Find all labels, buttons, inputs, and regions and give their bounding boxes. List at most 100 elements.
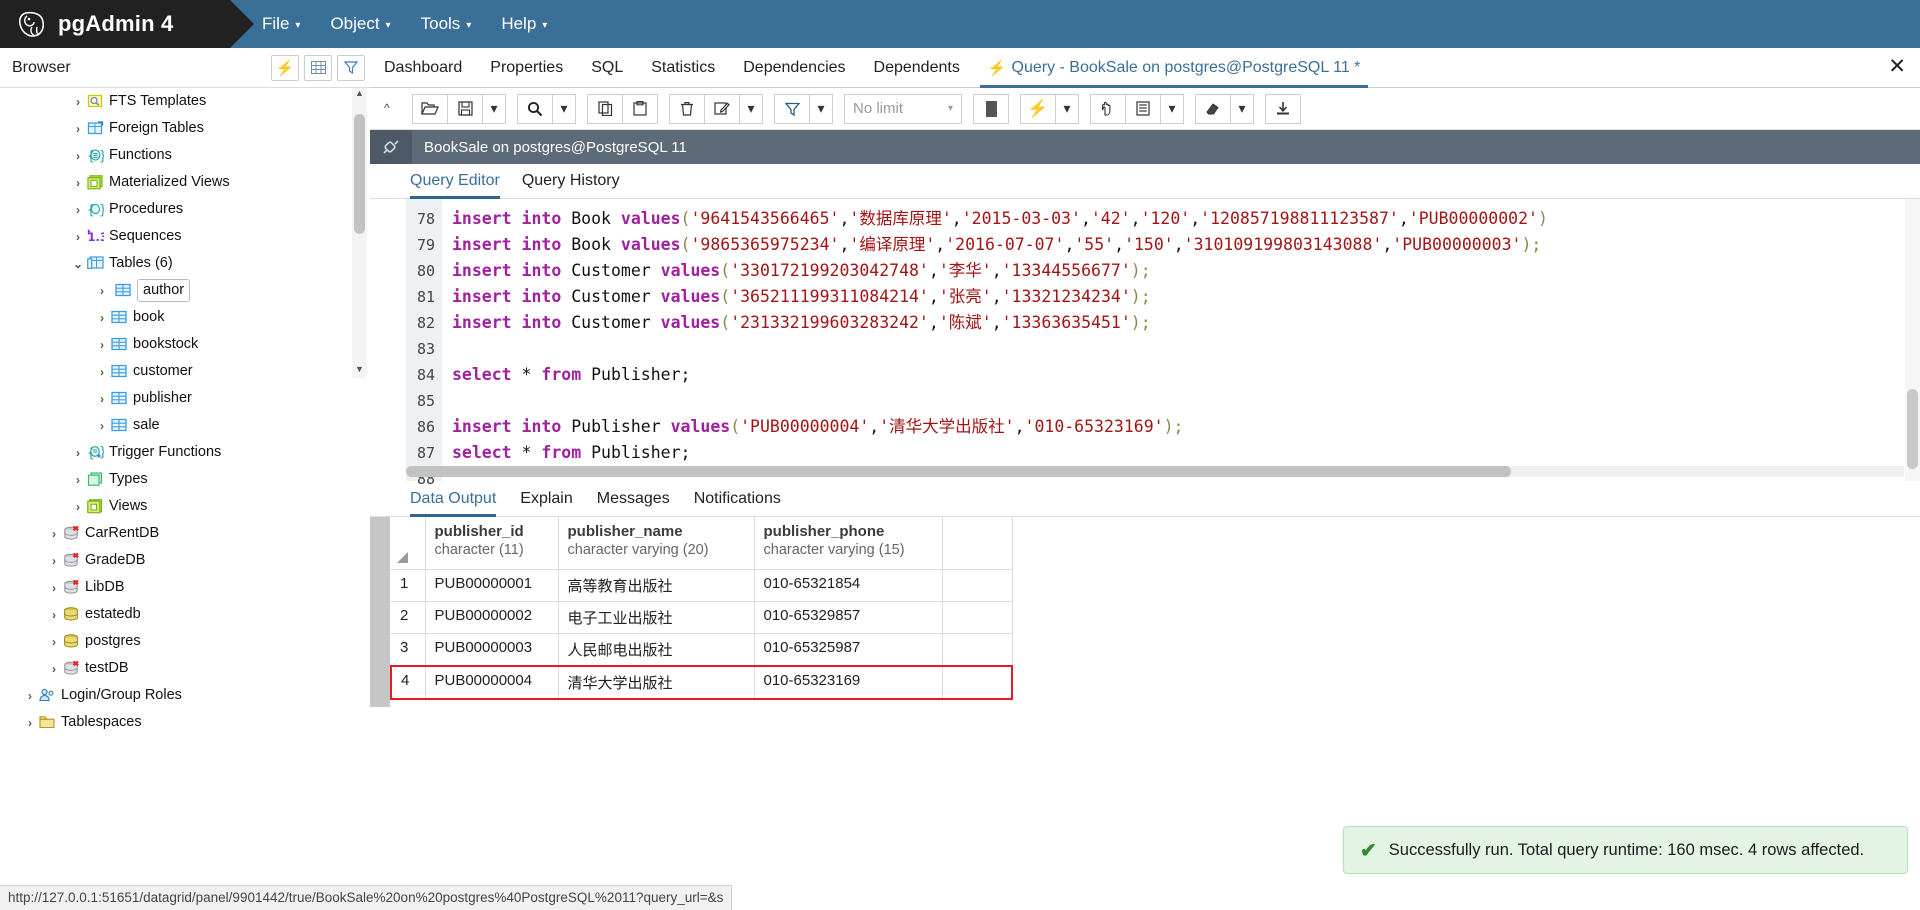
tree-expand-arrow-icon[interactable]: › bbox=[22, 689, 38, 703]
code-line[interactable]: insert into Book values('9865365975234',… bbox=[452, 232, 1920, 258]
data-cell[interactable]: 电子工业出版社 bbox=[558, 601, 755, 634]
tab-properties[interactable]: Properties bbox=[476, 48, 577, 87]
explain-analyze-button[interactable] bbox=[1125, 93, 1161, 124]
output-tab-notifications[interactable]: Notifications bbox=[694, 481, 781, 517]
data-grid-row[interactable]: 1 PUB00000001 高等教育出版社 010-65321854 bbox=[391, 569, 1013, 602]
browser-filter-button[interactable] bbox=[337, 54, 365, 81]
data-cell[interactable]: PUB00000001 bbox=[425, 569, 559, 602]
tab-query[interactable]: ⚡ Query - BookSale on postgres@PostgreSQL… bbox=[974, 48, 1375, 88]
open-file-button[interactable] bbox=[412, 93, 448, 124]
copy-button[interactable] bbox=[587, 93, 623, 124]
macros-button[interactable] bbox=[1195, 93, 1231, 124]
tree-expand-arrow-icon[interactable]: › bbox=[70, 230, 86, 244]
tree-item-types[interactable]: › Types bbox=[0, 466, 370, 493]
column-header-publisher_name[interactable]: publisher_name character varying (20) bbox=[558, 517, 755, 570]
explain-dropdown-button[interactable]: ▾ bbox=[1160, 93, 1184, 124]
tree-item-gradedb[interactable]: › GradeDB bbox=[0, 547, 370, 574]
tab-sql[interactable]: SQL bbox=[577, 48, 637, 87]
data-cell[interactable]: PUB00000003 bbox=[425, 633, 559, 666]
data-cell[interactable]: 010-65329857 bbox=[754, 601, 943, 634]
code-line[interactable] bbox=[452, 336, 1920, 362]
data-cell[interactable]: 高等教育出版社 bbox=[558, 569, 755, 602]
editor-horizontal-scrollbar[interactable] bbox=[406, 466, 1904, 477]
tree-item-estatedb[interactable]: › estatedb bbox=[0, 601, 370, 628]
code-line[interactable] bbox=[452, 388, 1920, 414]
find-dropdown-button[interactable]: ▾ bbox=[552, 93, 576, 124]
tree-expand-arrow-icon[interactable]: › bbox=[22, 716, 38, 730]
tree-item-author[interactable]: › author bbox=[0, 277, 370, 304]
menu-object[interactable]: Object ▾ bbox=[330, 14, 390, 34]
tree-expand-arrow-icon[interactable]: › bbox=[70, 500, 86, 514]
data-cell[interactable]: 010-65321854 bbox=[754, 569, 943, 602]
tree-item-testdb[interactable]: › testDB bbox=[0, 655, 370, 682]
save-dropdown-button[interactable]: ▾ bbox=[482, 93, 506, 124]
tree-item-login-group-roles[interactable]: › Login/Group Roles bbox=[0, 682, 370, 709]
find-button[interactable] bbox=[517, 93, 553, 124]
tree-item-sequences[interactable]: › 1.3 Sequences bbox=[0, 223, 370, 250]
tree-expand-arrow-icon[interactable]: › bbox=[94, 338, 110, 352]
macros-dropdown-button[interactable]: ▾ bbox=[1230, 93, 1254, 124]
tree-expand-arrow-icon[interactable]: › bbox=[70, 149, 86, 163]
execute-dropdown-button[interactable]: ▾ bbox=[1055, 93, 1079, 124]
tree-item-trigger-functions[interactable]: ›{} Trigger Functions bbox=[0, 439, 370, 466]
tree-expand-arrow-icon[interactable]: › bbox=[70, 176, 86, 190]
data-cell[interactable]: PUB00000002 bbox=[425, 601, 559, 634]
tree-expand-arrow-icon[interactable]: › bbox=[70, 473, 86, 487]
filter-dropdown-button[interactable]: ▾ bbox=[809, 93, 833, 124]
explain-button[interactable] bbox=[1090, 93, 1126, 124]
code-line[interactable]: insert into Customer values('23133219960… bbox=[452, 310, 1920, 336]
tree-item-foreign-tables[interactable]: › Foreign Tables bbox=[0, 115, 370, 142]
tree-item-sale[interactable]: › sale bbox=[0, 412, 370, 439]
editor-vertical-scrollbar[interactable] bbox=[1905, 199, 1920, 481]
tree-item-carrentdb[interactable]: › CarRentDB bbox=[0, 520, 370, 547]
tree-expand-arrow-icon[interactable]: › bbox=[94, 419, 110, 433]
tree-expand-arrow-icon[interactable]: › bbox=[46, 635, 62, 649]
column-header-publisher_id[interactable]: publisher_id character (11) bbox=[425, 517, 559, 570]
data-grid-row[interactable]: 3 PUB00000003 人民邮电出版社 010-65325987 bbox=[391, 633, 1013, 666]
tree-expand-arrow-icon[interactable]: › bbox=[94, 365, 110, 379]
tree-item-book[interactable]: › book bbox=[0, 304, 370, 331]
tree-expand-arrow-icon[interactable]: › bbox=[46, 527, 62, 541]
sql-code-text[interactable]: insert into Book values('9641543566465',… bbox=[442, 199, 1920, 481]
tree-vertical-scrollbar[interactable]: ▲ ▼ bbox=[352, 88, 367, 378]
editor-tab-query-editor[interactable]: Query Editor bbox=[410, 164, 500, 199]
scroll-up-arrow-icon[interactable]: ▲ bbox=[352, 88, 367, 102]
filter-button[interactable] bbox=[774, 93, 810, 124]
tree-item-fts-templates[interactable]: › FTS Templates bbox=[0, 88, 370, 115]
code-line[interactable]: insert into Publisher values('PUB0000000… bbox=[452, 414, 1920, 440]
tree-item-tables-6[interactable]: ⌄ Tables (6) bbox=[0, 250, 370, 277]
tree-expand-arrow-icon[interactable]: › bbox=[46, 581, 62, 595]
close-icon[interactable]: ✕ bbox=[1888, 56, 1906, 77]
tree-expand-arrow-icon[interactable]: › bbox=[46, 554, 62, 568]
sql-editor[interactable]: 78 79 80 81 82 83 84 85 86 87 88 insert into Book … bbox=[370, 199, 1920, 488]
tree-expand-arrow-icon[interactable]: ⌄ bbox=[70, 257, 86, 271]
execute-button[interactable]: ⚡ bbox=[1020, 93, 1056, 124]
edit-button[interactable] bbox=[704, 93, 740, 124]
connection-icon[interactable] bbox=[370, 130, 412, 164]
data-grid-row[interactable]: 4 PUB00000004 清华大学出版社 010-65323169 bbox=[390, 664, 1013, 700]
tree-item-procedures[interactable]: ›{} Procedures bbox=[0, 196, 370, 223]
code-line[interactable]: insert into Customer values('36521119931… bbox=[452, 284, 1920, 310]
output-tab-messages[interactable]: Messages bbox=[597, 481, 670, 517]
tree-expand-arrow-icon[interactable]: › bbox=[46, 608, 62, 622]
code-line[interactable]: insert into Book values('9641543566465',… bbox=[452, 206, 1920, 232]
code-line[interactable]: select * from Publisher; bbox=[452, 440, 1920, 466]
data-cell[interactable]: 010-65325987 bbox=[754, 633, 943, 666]
data-cell[interactable]: PUB00000004 bbox=[425, 664, 559, 700]
object-browser-tree[interactable]: ›FTS Templates›Foreign Tables›{}Function… bbox=[0, 88, 370, 823]
tree-expand-arrow-icon[interactable]: › bbox=[70, 122, 86, 136]
quick-search-button[interactable]: ⚡ bbox=[271, 54, 299, 81]
menu-file[interactable]: File ▾ bbox=[262, 14, 300, 34]
edit-dropdown-button[interactable]: ▾ bbox=[739, 93, 763, 124]
tree-item-libdb[interactable]: › LibDB bbox=[0, 574, 370, 601]
tree-item-customer[interactable]: › customer bbox=[0, 358, 370, 385]
data-cell[interactable]: 010-65323169 bbox=[754, 664, 943, 700]
data-cell[interactable]: 清华大学出版社 bbox=[558, 664, 755, 700]
stop-button[interactable] bbox=[973, 93, 1009, 124]
data-cell[interactable]: 人民邮电出版社 bbox=[558, 633, 755, 666]
tree-expand-arrow-icon[interactable]: › bbox=[94, 311, 110, 325]
code-line[interactable]: select * from Publisher; bbox=[452, 362, 1920, 388]
browser-grid-button[interactable] bbox=[304, 54, 332, 81]
tab-dashboard[interactable]: Dashboard bbox=[370, 48, 476, 87]
tree-expand-arrow-icon[interactable]: › bbox=[70, 203, 86, 217]
